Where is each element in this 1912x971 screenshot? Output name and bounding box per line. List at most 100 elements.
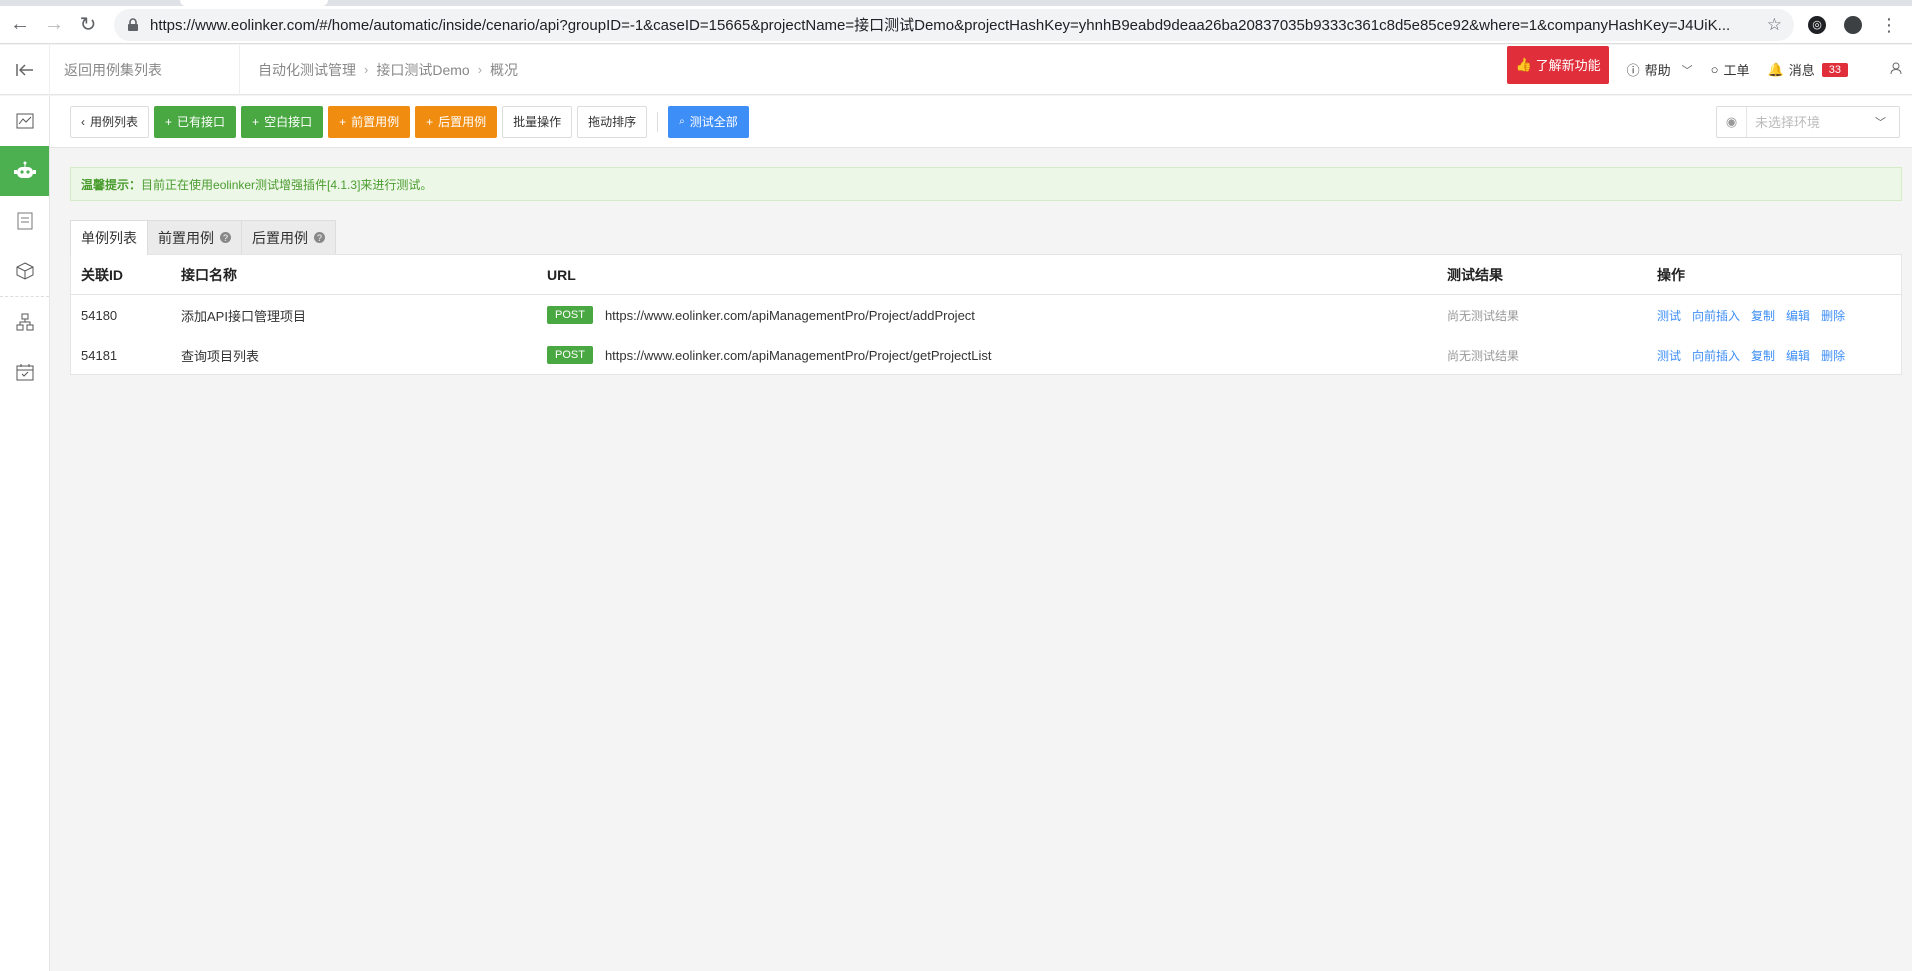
method-badge: POST — [547, 306, 593, 324]
info-icon: ⓘ — [1626, 63, 1640, 78]
chevron-right-icon: › — [364, 62, 369, 77]
chart-icon[interactable] — [0, 96, 49, 146]
chevron-left-icon: ‹ — [81, 114, 85, 129]
tab-post-case[interactable]: 后置用例 ? — [241, 220, 336, 254]
back-to-case-list-link[interactable]: 返回用例集列表 — [50, 44, 240, 95]
lock-icon — [128, 17, 138, 31]
edit-link[interactable]: 编辑 — [1786, 307, 1810, 324]
row-url: https://www.eolinker.com/apiManagementPr… — [604, 347, 992, 363]
row-name: 查询项目列表 — [181, 348, 260, 364]
question-icon: ? — [220, 232, 231, 243]
forward-icon[interactable]: → — [40, 11, 68, 39]
environment-select[interactable]: ◉ 未选择环境 ﹀ — [1716, 105, 1900, 138]
row-ops: 测试 向前插入 复制 编辑 删除 — [1657, 347, 1901, 364]
tab-label: 前置用例 — [158, 229, 214, 246]
plugin-notice: 温馨提示： 目前正在使用eolinker测试增强插件[4.1.3]来进行测试。 — [70, 167, 1902, 201]
new-feature-label: 了解新功能 — [1535, 58, 1601, 73]
row-ops: 测试 向前插入 复制 编辑 删除 — [1657, 307, 1901, 324]
plus-icon: + — [339, 114, 347, 129]
header-result: 测试结果 — [1447, 266, 1503, 283]
messages-link[interactable]: 🔔 消息 33 — [1768, 60, 1848, 79]
add-pre-case-button[interactable]: + 前置用例 — [328, 105, 411, 138]
copy-link[interactable]: 复制 — [1751, 347, 1775, 364]
sitemap-icon[interactable] — [0, 297, 49, 347]
delete-link[interactable]: 删除 — [1821, 307, 1845, 324]
existing-api-label: 已有接口 — [177, 115, 226, 129]
address-bar[interactable]: https://www.eolinker.com/#/home/automati… — [114, 8, 1794, 41]
bell-icon: 🔔 — [1767, 61, 1784, 77]
row-url-cell: POST https://www.eolinker.com/apiManagem… — [547, 346, 1447, 364]
edit-link[interactable]: 编辑 — [1786, 347, 1810, 364]
user-icon[interactable] — [1890, 62, 1902, 78]
ticket-label: 工单 — [1723, 63, 1750, 78]
breadcrumb-item[interactable]: 接口测试Demo — [376, 60, 469, 80]
profile-icon[interactable] — [1844, 15, 1862, 34]
thumb-up-icon: 👍 — [1515, 56, 1532, 72]
copy-link[interactable]: 复制 — [1751, 307, 1775, 324]
header-name: 接口名称 — [181, 266, 237, 283]
help-label: 帮助 — [1644, 63, 1671, 78]
ticket-link[interactable]: ○ 工单 — [1711, 60, 1750, 79]
robot-icon[interactable] — [0, 146, 49, 196]
add-post-case-button[interactable]: + 后置用例 — [415, 105, 498, 138]
breadcrumb-item: 概况 — [490, 61, 519, 78]
tab-single-case-list[interactable]: 单例列表 — [70, 220, 148, 255]
menu-icon[interactable]: ⋮ — [1880, 16, 1898, 34]
row-result: 尚无测试结果 — [1447, 308, 1520, 323]
app-header: 返回用例集列表 自动化测试管理 › 接口测试Demo › 概况 👍 了解新功能 … — [0, 44, 1912, 95]
case-table: 关联ID 接口名称 URL 测试结果 操作 54180 添加API接口管理项目 … — [70, 254, 1902, 375]
batch-ops-button[interactable]: 批量操作 — [502, 105, 573, 138]
insert-before-link[interactable]: 向前插入 — [1692, 307, 1740, 324]
add-existing-api-button[interactable]: + 已有接口 — [154, 105, 237, 138]
pre-case-label: 前置用例 — [351, 115, 400, 129]
row-id: 54181 — [81, 347, 118, 363]
action-toolbar: ‹ 用例列表 + 已有接口 + 空白接口 + 前置用例 + 后置用例 批量操作 … — [50, 96, 1912, 148]
test-link[interactable]: 测试 — [1657, 347, 1681, 364]
table-header: 关联ID 接口名称 URL 测试结果 操作 — [71, 255, 1901, 295]
test-all-label: 测试全部 — [689, 115, 738, 129]
insert-before-link[interactable]: 向前插入 — [1692, 347, 1740, 364]
extension-icon[interactable]: ◎ — [1808, 15, 1826, 34]
back-icon[interactable]: ← — [6, 11, 34, 39]
url-text: https://www.eolinker.com/#/home/automati… — [150, 17, 1731, 34]
row-id: 54180 — [81, 307, 118, 323]
breadcrumb-item[interactable]: 自动化测试管理 — [258, 60, 356, 80]
row-result: 尚无测试结果 — [1447, 348, 1520, 363]
messages-label: 消息 — [1788, 63, 1815, 78]
document-icon[interactable] — [0, 196, 49, 246]
header-id: 关联ID — [81, 266, 123, 283]
reload-icon[interactable]: ↻ — [74, 11, 102, 39]
star-icon[interactable]: ☆ — [1767, 15, 1782, 35]
test-all-button[interactable]: ⌕ 测试全部 — [668, 105, 749, 138]
drag-sort-button[interactable]: 拖动排序 — [577, 105, 648, 138]
tab-label: 后置用例 — [252, 229, 308, 246]
calendar-icon[interactable] — [0, 347, 49, 397]
chevron-down-icon: ﹀ — [1681, 64, 1693, 77]
row-url: https://www.eolinker.com/apiManagementPr… — [604, 307, 975, 323]
delete-link[interactable]: 删除 — [1821, 347, 1845, 364]
message-count-badge: 33 — [1821, 62, 1848, 77]
cube-icon[interactable] — [0, 246, 49, 296]
post-case-label: 后置用例 — [438, 115, 487, 129]
new-feature-button[interactable]: 👍 了解新功能 — [1507, 45, 1609, 84]
test-link[interactable]: 测试 — [1657, 307, 1681, 324]
row-url-cell: POST https://www.eolinker.com/apiManagem… — [547, 306, 1447, 324]
case-list-button[interactable]: ‹ 用例列表 — [70, 105, 150, 138]
chevron-down-icon: ﹀ — [1875, 116, 1886, 129]
help-menu[interactable]: ⓘ 帮助 ﹀ — [1627, 60, 1693, 79]
plus-icon: + — [426, 114, 434, 129]
table-row: 54181 查询项目列表 POST https://www.eolinker.c… — [71, 335, 1901, 375]
header-url: URL — [547, 266, 576, 283]
left-sidebar — [0, 96, 50, 971]
case-list-label: 用例列表 — [90, 115, 139, 129]
notice-label: 温馨提示： — [81, 177, 142, 192]
breadcrumb: 自动化测试管理 › 接口测试Demo › 概况 — [258, 60, 518, 80]
tab-pre-case[interactable]: 前置用例 ? — [147, 220, 242, 254]
plus-icon: + — [252, 114, 260, 129]
header-ops: 操作 — [1657, 266, 1685, 283]
test-icon: ⌕ — [679, 116, 685, 127]
environment-placeholder: 未选择环境 — [1755, 115, 1821, 130]
collapse-icon[interactable] — [0, 44, 50, 95]
blank-api-label: 空白接口 — [264, 115, 313, 129]
add-blank-api-button[interactable]: + 空白接口 — [241, 105, 324, 138]
